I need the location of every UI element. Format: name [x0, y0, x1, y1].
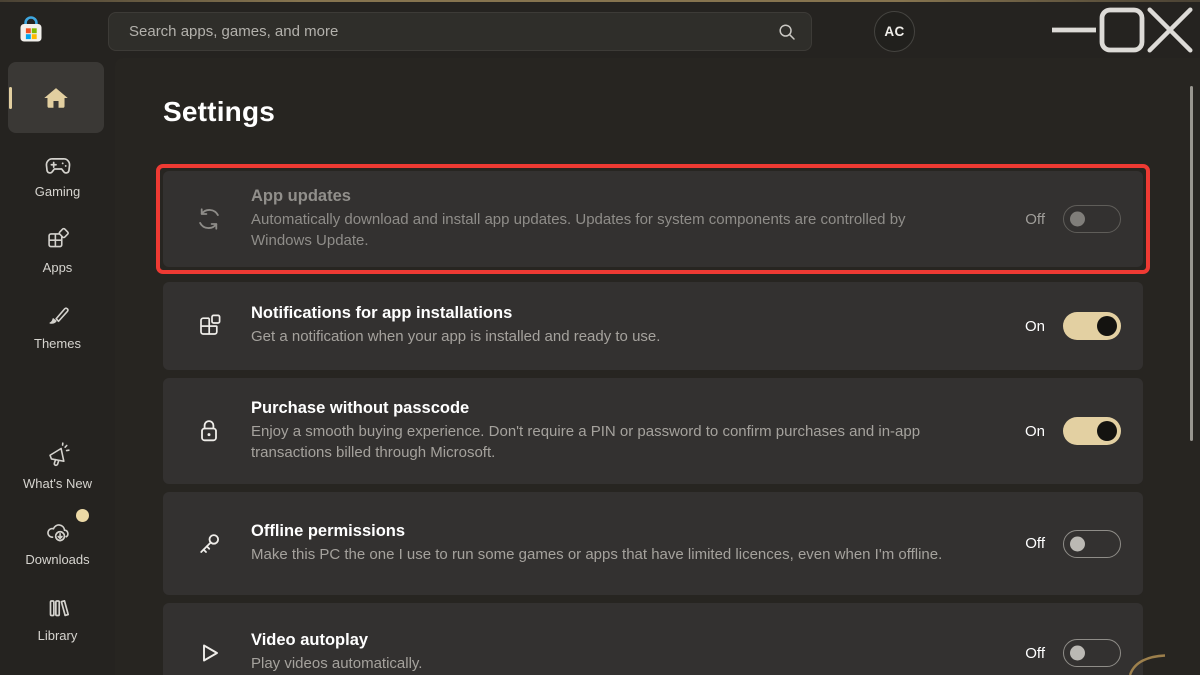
setting-row-purchase: Purchase without passcode Enjoy a smooth…	[163, 378, 1143, 484]
setting-title: Notifications for app installations	[251, 304, 1007, 323]
settings-page: Settings App updates Automatically	[115, 58, 1200, 675]
close-button[interactable]	[1146, 2, 1194, 58]
setting-row-notifications: Notifications for app installations Get …	[163, 282, 1143, 370]
toggle-knob	[1070, 536, 1085, 551]
downloads-icon	[43, 517, 73, 547]
settings-list: App updates Automatically download and i…	[163, 164, 1143, 675]
sidebar-item-label: Gaming	[35, 184, 81, 199]
toggle-state-label: Off	[1019, 535, 1045, 552]
offline-permissions-toggle[interactable]	[1063, 530, 1121, 558]
themes-icon	[43, 301, 73, 331]
toggle-state-label: On	[1019, 318, 1045, 335]
account-avatar[interactable]: AC	[874, 11, 915, 52]
sidebar-item-label: Apps	[43, 260, 73, 275]
sidebar-item-apps[interactable]: Apps	[0, 225, 115, 275]
video-autoplay-toggle[interactable]	[1063, 639, 1121, 667]
sidebar-item-label: Library	[38, 628, 78, 643]
titlebar: AC	[0, 2, 1200, 58]
setting-title: Video autoplay	[251, 631, 1007, 650]
toggle-knob	[1070, 646, 1085, 661]
whats-new-icon	[43, 441, 73, 471]
sidebar-item-library[interactable]: Library	[0, 593, 115, 643]
app-updates-toggle[interactable]	[1063, 205, 1121, 233]
sidebar-item-label: Themes	[34, 336, 81, 351]
minimize-button[interactable]	[1050, 2, 1098, 58]
search-icon[interactable]	[777, 22, 797, 42]
sidebar-item-whats-new[interactable]: What's New	[0, 441, 115, 491]
toggle-state-label: Off	[1019, 645, 1045, 662]
setting-description: Automatically download and install app u…	[251, 209, 951, 252]
setting-description: Make this PC the one I use to run some g…	[251, 544, 951, 565]
setting-title: App updates	[251, 187, 1007, 206]
purchase-toggle[interactable]	[1063, 417, 1121, 445]
setting-title: Offline permissions	[251, 522, 1007, 541]
maximize-button[interactable]	[1098, 2, 1146, 58]
sidebar-item-downloads[interactable]: Downloads	[0, 517, 115, 567]
search-box[interactable]	[108, 12, 812, 51]
apps-icon	[43, 225, 73, 255]
sidebar-item-themes[interactable]: Themes	[0, 301, 115, 351]
setting-row-app-updates: App updates Automatically download and i…	[163, 171, 1143, 267]
page-title: Settings	[163, 96, 1143, 128]
setting-description: Play videos automatically.	[251, 653, 951, 674]
sidebar-item-home[interactable]	[8, 62, 104, 133]
library-icon	[43, 593, 73, 623]
window-controls	[1050, 2, 1194, 58]
highlight-rectangle: App updates Automatically download and i…	[156, 164, 1150, 274]
notifications-toggle[interactable]	[1063, 312, 1121, 340]
avatar-initials: AC	[884, 24, 904, 39]
sidebar: Gaming Apps Themes	[0, 60, 115, 675]
gaming-icon	[43, 149, 73, 179]
setting-description: Get a notification when your app is inst…	[251, 326, 951, 347]
decorative-arc	[1129, 654, 1167, 675]
sidebar-item-label: Downloads	[25, 552, 89, 567]
setting-title: Purchase without passcode	[251, 399, 1007, 418]
store-logo-icon[interactable]	[15, 15, 47, 47]
toggle-knob	[1097, 421, 1117, 441]
search-input[interactable]	[127, 22, 777, 41]
toggle-knob	[1070, 212, 1085, 227]
toggle-state-label: On	[1019, 423, 1045, 440]
toggle-knob	[1097, 316, 1117, 336]
home-icon	[41, 83, 71, 113]
play-icon	[193, 637, 225, 669]
downloads-badge-dot	[76, 509, 89, 522]
active-indicator	[9, 87, 12, 109]
sync-icon	[193, 203, 225, 235]
sidebar-item-label: What's New	[23, 476, 92, 491]
toggle-state-label: Off	[1019, 211, 1045, 228]
sidebar-item-gaming[interactable]: Gaming	[0, 149, 115, 199]
lock-icon	[193, 415, 225, 447]
key-icon	[193, 528, 225, 560]
setting-row-offline-permissions: Offline permissions Make this PC the one…	[163, 492, 1143, 595]
scrollbar-thumb[interactable]	[1190, 86, 1193, 441]
app-window-icon	[193, 310, 225, 342]
setting-row-video-autoplay: Video autoplay Play videos automatically…	[163, 603, 1143, 675]
setting-description: Enjoy a smooth buying experience. Don't …	[251, 421, 951, 464]
